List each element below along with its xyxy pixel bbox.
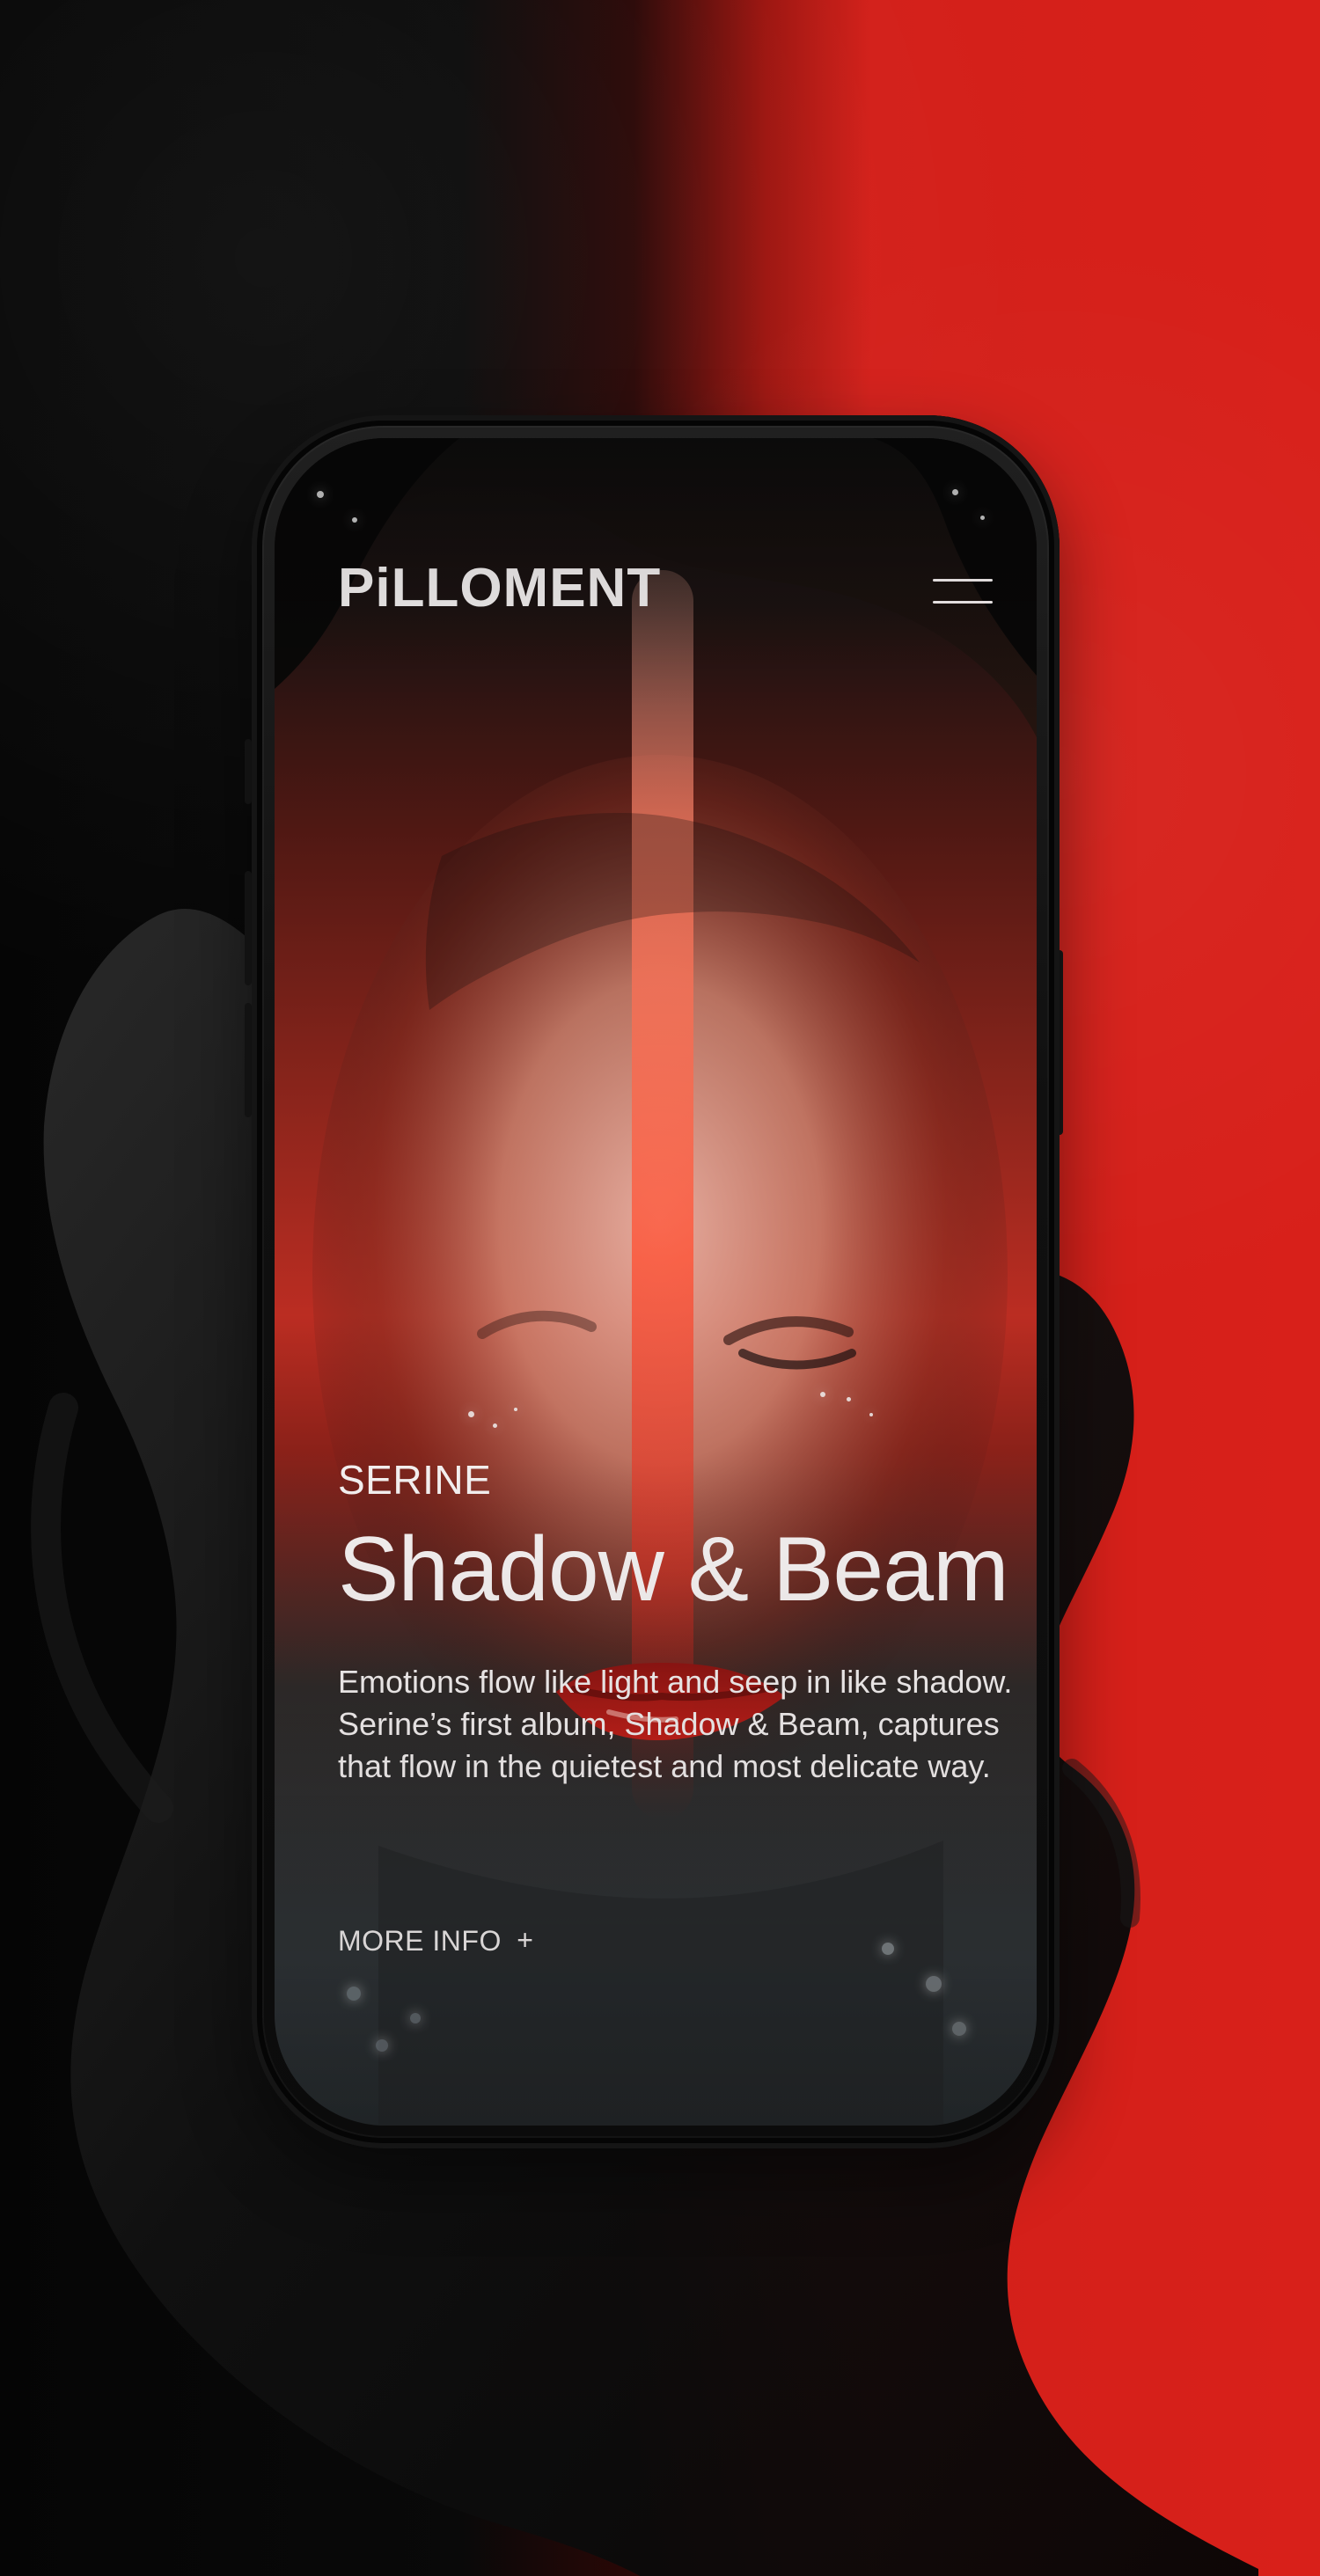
bokeh-light: [952, 2022, 966, 2036]
more-info-button[interactable]: MORE INFO +: [338, 1924, 534, 1957]
side-button-volume-down: [245, 1003, 252, 1117]
sparkle-decoration: [493, 1423, 497, 1428]
phone-screen: PiLLOMENT SERINE Shadow & Beam Emotions …: [275, 438, 1037, 2126]
album-portrait-image: [275, 438, 1037, 2126]
artist-name: SERINE: [338, 1457, 492, 1503]
menu-icon-line-top: [933, 579, 993, 582]
sparkle-decoration: [980, 516, 985, 520]
menu-icon-line-bottom: [933, 601, 993, 604]
brand-logo[interactable]: PiLLOMENT: [338, 561, 661, 616]
album-title: Shadow & Beam: [338, 1519, 1009, 1621]
screenshot-canvas: PiLLOMENT SERINE Shadow & Beam Emotions …: [0, 0, 1320, 2576]
bokeh-light: [347, 1987, 361, 2001]
sparkle-decoration: [952, 489, 958, 495]
sparkle-decoration: [869, 1413, 873, 1416]
sparkle-decoration: [317, 491, 324, 498]
side-button-top: [245, 739, 252, 804]
smartphone-frame: PiLLOMENT SERINE Shadow & Beam Emotions …: [252, 415, 1060, 2148]
sparkle-decoration: [468, 1411, 474, 1417]
album-description: Emotions flow like light and seep in lik…: [338, 1664, 1013, 1785]
menu-button[interactable]: [933, 579, 993, 609]
bokeh-light: [376, 2039, 388, 2052]
bokeh-light: [410, 2013, 421, 2023]
bokeh-light: [926, 1976, 942, 1992]
side-button-volume-up: [245, 871, 252, 985]
bokeh-light: [882, 1943, 894, 1955]
plus-icon: +: [517, 1924, 534, 1956]
sparkle-decoration: [847, 1397, 851, 1401]
sparkle-decoration: [514, 1408, 517, 1411]
sparkle-decoration: [820, 1392, 825, 1397]
sparkle-decoration: [352, 517, 357, 523]
more-info-label: MORE INFO: [338, 1925, 502, 1957]
